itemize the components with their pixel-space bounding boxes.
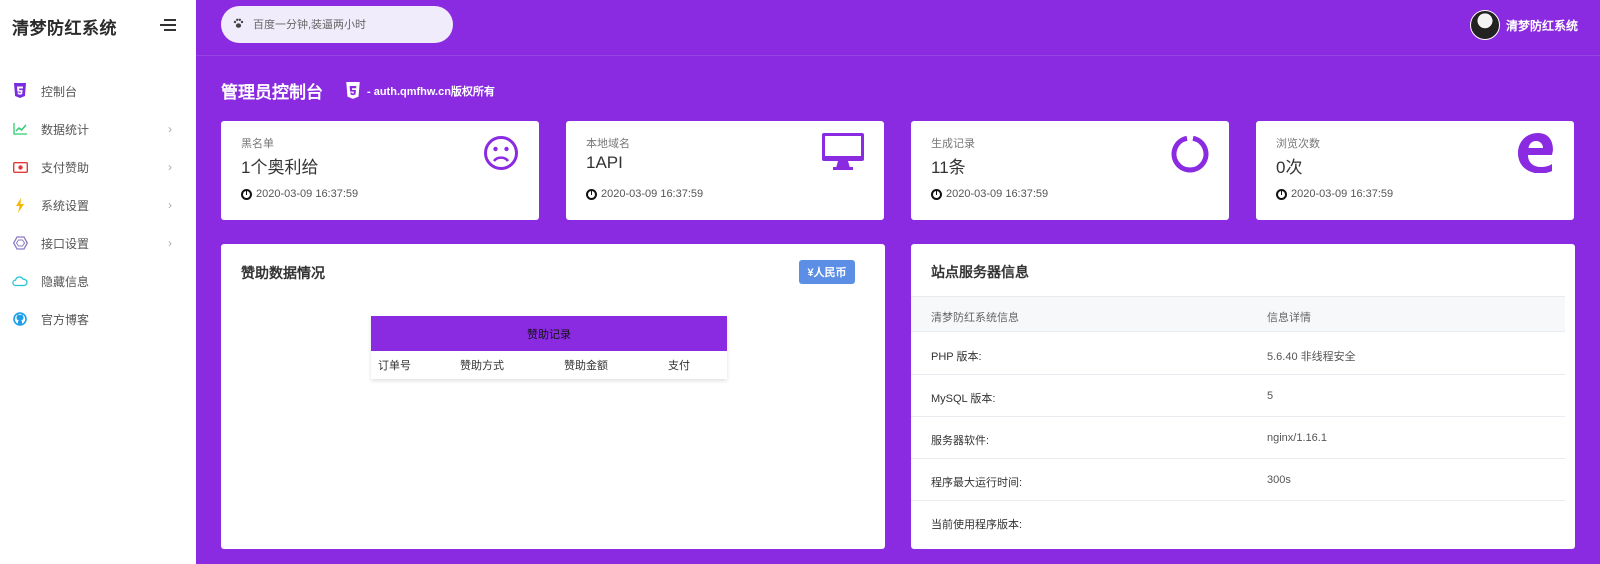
stat-time-text: 2020-03-09 16:37:59 [946,188,1049,200]
monitor-icon [822,133,864,176]
sidebar-item-label: 控制台 [41,84,78,99]
sidebar-item-label: 系统设置 [41,198,90,213]
stat-label: 生成记录 [931,138,975,150]
info-value: 5 [1267,390,1274,402]
server-info-panel: 站点服务器信息 清梦防红系统信息 信息详情 PHP 版本: 5.6.40 非线程… [911,244,1575,549]
line-chart-icon [12,121,28,137]
chevron-right-icon: › [168,160,172,174]
chevron-right-icon: › [168,236,172,250]
info-key: MySQL 版本: [931,393,996,405]
sidebar-item-hidden-info[interactable]: 隐藏信息 [0,262,196,300]
donation-table-title: 赞助记录 [371,316,727,351]
sidebar-item-system-settings[interactable]: 系统设置 › [0,186,196,224]
avatar[interactable] [1469,10,1500,40]
table-row: 当前使用程序版本: [911,501,1565,543]
info-value: 5.6.40 非线程安全 [1267,351,1356,363]
circle-notch-icon [1171,135,1209,178]
sidebar: 清梦防红系统 控制台 数据统计 › 支付赞助 › 系统设置 › 接口设置 › 隐… [0,0,196,564]
html5-icon [12,83,28,99]
info-key: 当前使用程序版本: [931,519,1023,531]
sidebar-item-statistics[interactable]: 数据统计 › [0,110,196,148]
stat-time: 2020-03-09 16:37:59 [1276,188,1393,200]
donation-panel: 赞助数据情况 ¥人民币 赞助记录 订单号 赞助方式 赞助金额 支付 [221,244,885,549]
column-header: 支付 [668,360,690,372]
stat-value: 1个奥利给 [241,158,319,177]
money-icon [12,159,28,175]
sidebar-nav: 控制台 数据统计 › 支付赞助 › 系统设置 › 接口设置 › 隐藏信息 官方博… [0,72,196,338]
sidebar-item-label: 官方博客 [41,312,90,327]
column-header: 清梦防红系统信息 [931,312,1019,324]
column-header: 订单号 [378,360,411,372]
sidebar-item-payment[interactable]: 支付赞助 › [0,148,196,186]
donation-table: 赞助记录 订单号 赞助方式 赞助金额 支付 [371,316,727,379]
github-icon [12,311,28,327]
stat-value: 0次 [1276,158,1303,177]
clock-icon [931,188,942,200]
table-row: 服务器软件: nginx/1.16.1 [911,417,1565,459]
sidebar-item-label: 隐藏信息 [41,274,90,289]
paw-icon [233,18,244,32]
page-header: 管理员控制台 - auth.qmfhw.cn版权所有 [221,78,495,103]
html5-icon [345,81,361,100]
column-header: 赞助金额 [564,360,608,372]
server-info-header-row: 清梦防红系统信息 信息详情 [911,296,1565,332]
sidebar-item-label: 接口设置 [41,236,90,251]
server-info-title: 站点服务器信息 [931,264,1029,280]
table-row: MySQL 版本: 5 [911,375,1565,417]
stat-value: 11条 [931,158,966,177]
donation-title: 赞助数据情况 [241,265,325,281]
topbar: 清梦防红系统 [196,0,1600,56]
search-input[interactable] [253,18,443,31]
clock-icon [241,188,252,200]
bolt-icon [12,197,28,213]
currency-button[interactable]: ¥人民币 [799,260,855,284]
table-row: 程序最大运行时间: 300s [911,459,1565,501]
sidebar-item-api-settings[interactable]: 接口设置 › [0,224,196,262]
stat-card-records: 生成记录 11条 2020-03-09 16:37:59 [911,121,1229,220]
donation-table-header-row: 订单号 赞助方式 赞助金额 支付 [371,351,727,379]
stat-label: 黑名单 [241,138,274,150]
table-row: PHP 版本: 5.6.40 非线程安全 [911,333,1565,375]
stat-label: 浏览次数 [1276,138,1320,150]
stat-value: 1API [586,153,623,172]
search-box[interactable] [221,6,453,43]
info-key: PHP 版本: [931,351,982,363]
stat-time-text: 2020-03-09 16:37:59 [256,188,359,200]
page-subtitle: - auth.qmfhw.cn版权所有 [367,85,495,98]
brand-title: 清梦防红系统 [12,19,117,38]
hexagon-icon [12,235,28,251]
column-header: 信息详情 [1267,312,1311,324]
menu-toggle-icon[interactable] [160,18,176,32]
user-name: 清梦防红系统 [1505,18,1578,33]
info-key: 程序最大运行时间: [931,477,1023,489]
sidebar-item-blog[interactable]: 官方博客 [0,300,196,338]
sidebar-item-label: 数据统计 [41,122,90,137]
stat-time-text: 2020-03-09 16:37:59 [1291,188,1394,200]
sidebar-item-dashboard[interactable]: 控制台 [0,72,196,110]
edge-icon [1516,131,1554,178]
chevron-right-icon: › [168,198,172,212]
sidebar-item-label: 支付赞助 [41,160,90,175]
stat-time-text: 2020-03-09 16:37:59 [601,188,704,200]
cloud-icon [12,273,28,289]
info-value: 300s [1267,474,1291,486]
column-header: 赞助方式 [460,360,504,372]
frown-icon [483,135,519,176]
stat-time: 2020-03-09 16:37:59 [931,188,1048,200]
stat-card-domain: 本地域名 1API 2020-03-09 16:37:59 [566,121,884,220]
clock-icon [586,188,597,200]
page-title: 管理员控制台 [221,83,323,102]
stat-label: 本地域名 [586,138,630,150]
chevron-right-icon: › [168,122,172,136]
clock-icon [1276,188,1287,200]
stat-card-blacklist: 黑名单 1个奥利给 2020-03-09 16:37:59 [221,121,539,220]
user-menu[interactable]: 清梦防红系统 [1469,10,1578,40]
main-content: 清梦防红系统 管理员控制台 - auth.qmfhw.cn版权所有 黑名单 1个… [196,0,1600,564]
info-key: 服务器软件: [931,435,990,447]
info-value: nginx/1.16.1 [1267,432,1327,444]
stat-time: 2020-03-09 16:37:59 [586,188,703,200]
stat-card-views: 浏览次数 0次 2020-03-09 16:37:59 [1256,121,1574,220]
stat-time: 2020-03-09 16:37:59 [241,188,358,200]
